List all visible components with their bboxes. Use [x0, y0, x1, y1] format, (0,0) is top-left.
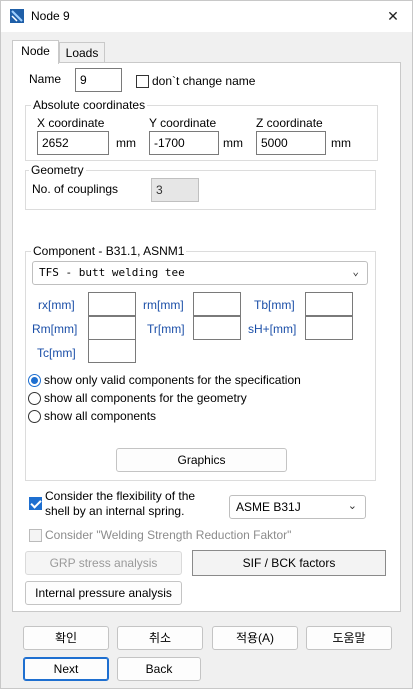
name-input[interactable]: 9: [75, 68, 122, 92]
title-bar: Node 9 ✕: [1, 1, 412, 32]
tab-node[interactable]: Node: [12, 40, 59, 64]
tr-input[interactable]: [193, 316, 241, 340]
apply-button[interactable]: 적용(A): [212, 626, 298, 650]
ok-button[interactable]: 확인: [23, 626, 109, 650]
rm-label: rm[mm]: [143, 298, 184, 312]
chevron-down-icon: ⌄: [352, 265, 359, 278]
absolute-coordinates-title: Absolute coordinates: [31, 98, 148, 112]
dont-change-name-checkbox[interactable]: [136, 75, 149, 88]
standard-select[interactable]: ASME B31J ⌄: [229, 495, 366, 519]
component-title: Component - B31.1, ASNM1: [31, 244, 187, 258]
flexibility-checkbox[interactable]: [29, 497, 42, 510]
x-coordinate-label: X coordinate: [37, 116, 105, 130]
component-group: [25, 251, 376, 481]
sh-input[interactable]: [305, 316, 353, 340]
z-unit-label: mm: [331, 136, 351, 150]
couplings-label: No. of couplings: [32, 182, 119, 196]
component-select[interactable]: TFS - butt welding tee ⌄: [32, 261, 368, 285]
geometry-title: Geometry: [29, 163, 86, 177]
chevron-down-icon: ⌄: [347, 500, 357, 512]
couplings-input: 3: [151, 178, 199, 202]
rx-input[interactable]: [88, 292, 136, 316]
radio-all-components-label: show all components: [44, 409, 157, 423]
radio-all-components[interactable]: [28, 410, 41, 423]
help-button[interactable]: 도움말: [306, 626, 392, 650]
Rm-label: Rm[mm]: [32, 322, 78, 336]
tc-input[interactable]: [88, 339, 136, 363]
tab-loads[interactable]: Loads: [59, 42, 105, 64]
dont-change-name-label: don`t change name: [152, 74, 256, 88]
rx-label: rx[mm]: [38, 298, 75, 312]
tr-label: Tr[mm]: [147, 322, 185, 336]
window-title: Node 9: [31, 9, 70, 23]
y-coordinate-input[interactable]: -1700: [149, 131, 219, 155]
radio-all-for-geometry-label: show all components for the geometry: [44, 391, 247, 405]
Rm-input[interactable]: [88, 316, 136, 340]
next-button[interactable]: Next: [23, 657, 109, 681]
sh-label: sH+[mm]: [248, 322, 297, 336]
x-coordinate-input[interactable]: 2652: [37, 131, 109, 155]
x-unit-label: mm: [116, 136, 136, 150]
flexibility-label-line2: shell by an internal spring.: [45, 504, 185, 518]
radio-all-for-geometry[interactable]: [28, 392, 41, 405]
y-coordinate-label: Y coordinate: [149, 116, 217, 130]
z-coordinate-input[interactable]: 5000: [256, 131, 326, 155]
sif-bck-factors-button[interactable]: SIF / BCK factors: [192, 550, 386, 576]
standard-select-value: ASME B31J: [236, 500, 301, 514]
radio-valid-for-spec-label: show only valid components for the speci…: [44, 373, 301, 387]
back-button[interactable]: Back: [117, 657, 201, 681]
radio-valid-for-spec[interactable]: [28, 374, 41, 387]
welding-label: Consider "Welding Strength Reduction Fak…: [45, 528, 292, 542]
name-label: Name: [29, 72, 62, 86]
tc-label: Tc[mm]: [37, 346, 76, 360]
internal-pressure-analysis-button[interactable]: Internal pressure analysis: [25, 581, 182, 605]
tb-input[interactable]: [305, 292, 353, 316]
grp-stress-analysis-button: GRP stress analysis: [25, 551, 182, 575]
graphics-button[interactable]: Graphics: [116, 448, 287, 472]
rm-input[interactable]: [193, 292, 241, 316]
component-select-value: TFS - butt welding tee: [39, 266, 185, 279]
welding-checkbox: [29, 529, 42, 542]
dialog-window: Node 9 ✕ Node Loads Name 9 don`t change …: [0, 0, 413, 689]
flexibility-label-line1: Consider the flexibility of the: [45, 489, 196, 503]
app-icon: [10, 9, 24, 23]
z-coordinate-label: Z coordinate: [256, 116, 323, 130]
close-icon[interactable]: ✕: [382, 5, 404, 27]
tb-label: Tb[mm]: [254, 298, 295, 312]
cancel-button[interactable]: 취소: [117, 626, 203, 650]
y-unit-label: mm: [223, 136, 243, 150]
